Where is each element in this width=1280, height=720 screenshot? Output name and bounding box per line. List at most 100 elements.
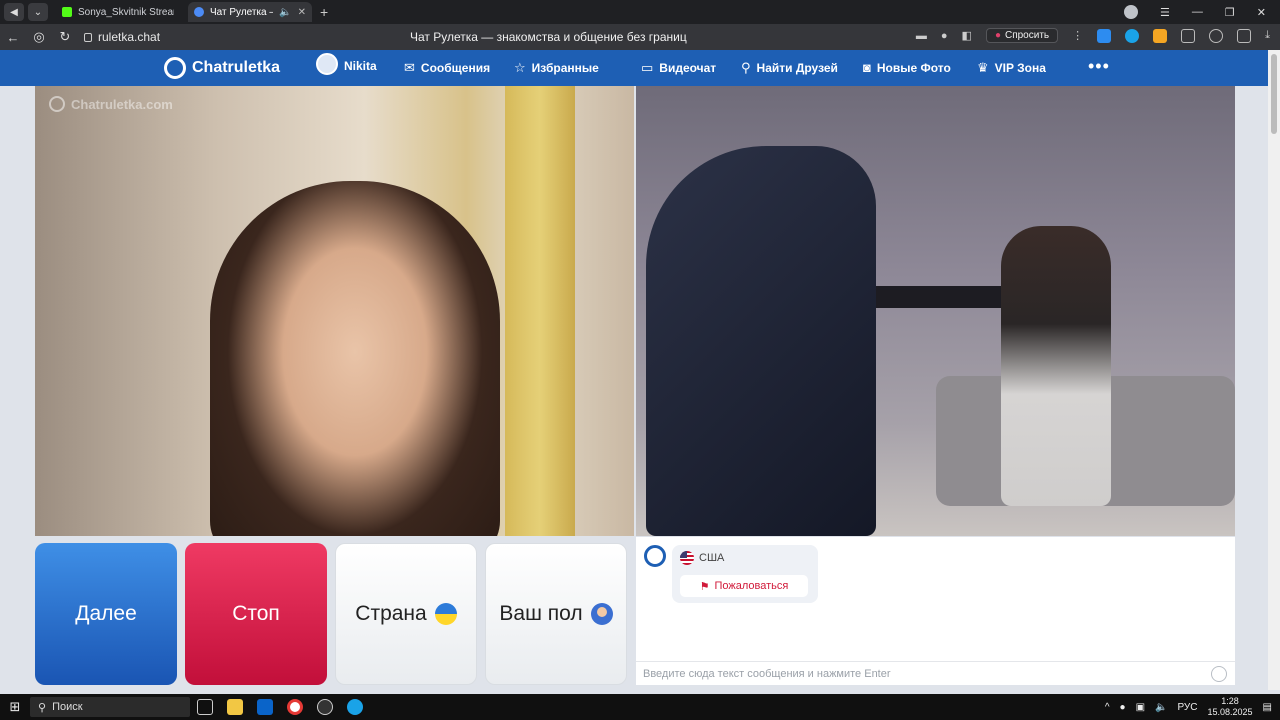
report-label: Пожаловаться	[714, 580, 789, 592]
lock-icon	[84, 32, 92, 42]
mic-permission-icon[interactable]: ●	[941, 30, 948, 42]
tab-close-icon[interactable]: ✕	[298, 7, 306, 18]
browser-menu-icon[interactable]: ◀	[4, 3, 24, 21]
file-explorer-icon[interactable]	[220, 694, 250, 720]
reload-icon[interactable]: ↻	[52, 29, 78, 45]
collections-icon[interactable]	[1237, 28, 1252, 43]
system-tray: ^ ● ▣ 🔈 РУС 1:28 15.08.2025 ▤	[1105, 694, 1272, 720]
mic-tray-icon[interactable]: ●	[1120, 702, 1126, 713]
downloads-icon[interactable]	[1209, 28, 1224, 43]
nav-label: Видеочат	[659, 61, 717, 75]
obs-icon[interactable]	[310, 694, 340, 720]
next-button[interactable]: Далее	[35, 543, 177, 685]
nav-label: Сообщения	[420, 61, 491, 75]
search-icon: ⚲	[38, 701, 47, 714]
crown-icon: ♛	[977, 60, 989, 75]
watermark: Chatruletka.com	[49, 96, 173, 112]
extension-3-icon[interactable]	[1153, 28, 1168, 43]
outlook-icon[interactable]	[250, 694, 280, 720]
page-scrollbar[interactable]	[1268, 50, 1280, 690]
extensions-icon[interactable]	[1181, 28, 1196, 43]
partner-country: США	[680, 551, 724, 565]
url-text: ruletka.chat	[98, 30, 161, 44]
gender-button[interactable]: Ваш пол	[485, 543, 627, 685]
more-icon[interactable]: ⋮	[1072, 29, 1083, 42]
star-icon: ☆	[514, 60, 526, 75]
nav-label: VIP Зона	[994, 61, 1046, 75]
mail-icon: ✉	[404, 60, 415, 75]
nav-videochat[interactable]: ▭ Видеочат	[641, 60, 716, 76]
windows-start-icon[interactable]: ⊞	[0, 699, 30, 715]
country-button[interactable]: Страна	[335, 543, 477, 685]
download-arrow-icon[interactable]: ⤓	[1265, 29, 1270, 42]
message-input[interactable]	[643, 667, 1203, 680]
local-video: Chatruletka.com	[35, 86, 634, 536]
task-view-icon[interactable]	[190, 694, 220, 720]
bookmark-icon[interactable]: ◧	[962, 29, 972, 42]
language-indicator[interactable]: РУС	[1177, 702, 1197, 713]
kick-favicon-icon	[62, 7, 72, 17]
notifications-icon[interactable]: ▤	[1263, 702, 1272, 713]
window-controls: ☰ — ❐ ✕	[1124, 0, 1280, 24]
more-menu-icon[interactable]: •••	[1088, 56, 1110, 77]
video-icon: ▭	[641, 60, 654, 75]
address-bar: ← ◎ ↻ ruletka.chat Чат Рулетка — знакомс…	[0, 24, 1280, 50]
search-icon: ⚲	[741, 60, 751, 75]
country-name: США	[699, 552, 725, 564]
user-name: Nikita	[344, 59, 377, 73]
flag-report-icon: ⚑	[699, 580, 710, 593]
user-avatar	[316, 53, 338, 75]
tab-title: Sonya_Skvitnik Stream - Ki	[78, 6, 174, 18]
tray-expand-icon[interactable]: ^	[1105, 702, 1110, 713]
clock-date: 15.08.2025	[1207, 707, 1253, 717]
usa-flag-icon	[680, 551, 694, 565]
nav-user[interactable]: Nikita	[316, 53, 377, 75]
stop-button[interactable]: Стоп	[185, 543, 327, 685]
taskbar-search[interactable]: ⚲ Поиск	[30, 697, 190, 717]
profile-avatar-icon[interactable]	[1124, 5, 1139, 19]
nav-messages[interactable]: ✉ Сообщения	[404, 60, 490, 76]
volume-icon[interactable]: 🔈	[1155, 702, 1167, 713]
clock[interactable]: 1:28 15.08.2025	[1208, 696, 1253, 718]
country-label: Страна	[355, 602, 427, 625]
ruletka-favicon-icon	[194, 7, 204, 17]
nav-label: Новые Фото	[876, 60, 951, 75]
extension-2-icon[interactable]	[1125, 28, 1140, 43]
partner-video	[636, 86, 1235, 536]
tab-list-icon[interactable]: ⌄	[28, 3, 48, 21]
new-tab-icon[interactable]: +	[320, 4, 328, 20]
url-field[interactable]: ruletka.chat	[84, 30, 160, 44]
browser-taskbar-icon[interactable]	[340, 694, 370, 720]
tab-ruletka[interactable]: Чат Рулетка — знак 🔈 ✕	[188, 2, 312, 22]
chat-panel: США ⚑ Пожаловаться	[636, 537, 1235, 685]
address-bar-tools: ▬ ● ◧ ● Спросить ⋮ ⤓	[916, 28, 1270, 43]
yandex-browser-icon[interactable]	[280, 694, 310, 720]
camera-icon: ◙	[863, 60, 871, 75]
back-icon[interactable]: ←	[0, 30, 26, 45]
menu-icon[interactable]: ☰	[1160, 6, 1170, 19]
nav-new-photos[interactable]: ◙ Новые Фото	[863, 60, 951, 75]
tab-stream[interactable]: Sonya_Skvitnik Stream - Ki	[56, 2, 180, 22]
nav-favorites[interactable]: ☆ Избранные	[514, 60, 599, 76]
scrollbar-thumb[interactable]	[1271, 54, 1277, 134]
tab-audio-icon[interactable]: 🔈	[279, 7, 291, 18]
ask-icon: ●	[994, 30, 1001, 41]
extension-1-icon[interactable]	[1097, 28, 1112, 43]
clock-time: 1:28	[1221, 696, 1239, 706]
emoji-icon[interactable]	[1211, 666, 1227, 682]
restore-icon[interactable]: ❐	[1225, 6, 1235, 19]
report-button[interactable]: ⚑ Пожаловаться	[680, 575, 808, 597]
site-logo[interactable]: Chatruletka	[164, 57, 280, 79]
close-window-icon[interactable]: ✕	[1257, 6, 1266, 19]
ask-label: Спросить	[1004, 30, 1050, 41]
taskbar: ⊞ ⚲ Поиск ^ ● ▣ 🔈 РУС 1:28 15.08.2025 ▤	[0, 694, 1280, 720]
network-icon[interactable]: ▣	[1136, 702, 1145, 713]
camera-permission-icon[interactable]: ▬	[916, 30, 927, 42]
ask-button[interactable]: ● Спросить	[985, 28, 1059, 43]
minimize-icon[interactable]: —	[1192, 6, 1203, 18]
protect-icon[interactable]: ◎	[26, 29, 52, 45]
nav-find-friends[interactable]: ⚲ Найти Друзей	[741, 60, 838, 76]
nav-vip[interactable]: ♛ VIP Зона	[977, 60, 1046, 76]
logo-text: Chatruletka	[192, 59, 281, 76]
nav-label: Найти Друзей	[756, 61, 838, 75]
